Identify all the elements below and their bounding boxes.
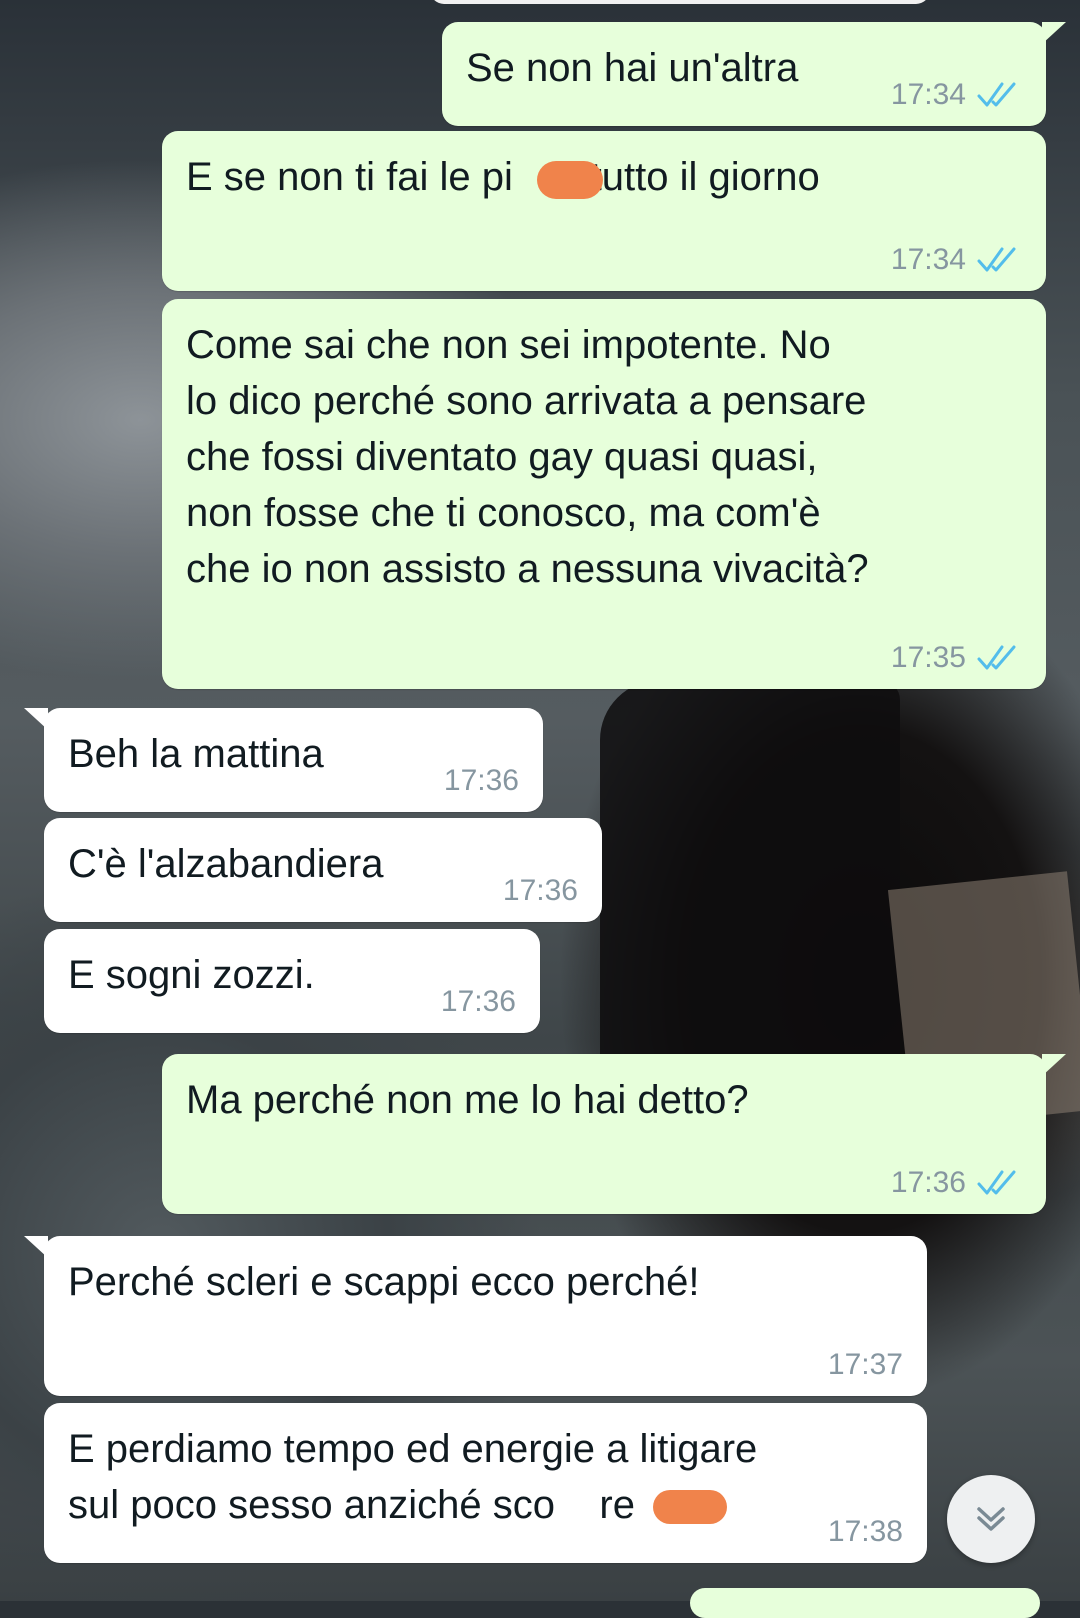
incoming-message[interactable]: Perché scleri e scappi ecco perché! 17:3… xyxy=(24,1236,927,1396)
message-time: 17:36 xyxy=(443,764,519,797)
double-check-icon xyxy=(977,1170,1016,1195)
message-meta: 17:38 xyxy=(828,1515,903,1549)
double-check-icon xyxy=(977,645,1016,670)
incoming-message[interactable]: E perdiamo tempo ed energie a litigare s… xyxy=(44,1403,927,1563)
message-time: 17:35 xyxy=(890,641,966,674)
message-text: E perdiamo tempo ed energie a litigare s… xyxy=(68,1427,758,1527)
outgoing-message[interactable]: E se non ti fai le pi e tutto il giorno … xyxy=(162,131,1046,291)
message-meta: 17:37 xyxy=(828,1348,903,1382)
redaction-mark xyxy=(653,1490,727,1524)
previous-message-edge xyxy=(430,0,930,4)
message-time: 17:38 xyxy=(827,1515,903,1548)
message-meta: 17:34 xyxy=(891,78,1022,112)
next-message-edge xyxy=(690,1588,1040,1618)
scroll-to-bottom-button[interactable] xyxy=(947,1475,1035,1563)
incoming-message[interactable]: C'è l'alzabandiera 17:36 xyxy=(44,818,602,922)
outgoing-message[interactable]: Ma perché non me lo hai detto? 17:36 xyxy=(162,1054,1066,1214)
message-meta: 17:36 xyxy=(444,764,519,798)
message-text: C'è l'alzabandiera xyxy=(68,842,384,886)
outgoing-message[interactable]: Se non hai un'altra 17:34 xyxy=(442,22,1066,126)
message-text: Ma perché non me lo hai detto? xyxy=(186,1078,749,1122)
message-time: 17:37 xyxy=(827,1348,903,1381)
message-text: E sogni zozzi. xyxy=(68,953,315,997)
double-check-icon xyxy=(977,82,1016,107)
message-meta: 17:36 xyxy=(891,1166,1022,1200)
outgoing-message[interactable]: Come sai che non sei impotente. No lo di… xyxy=(162,299,1046,689)
message-time: 17:34 xyxy=(890,243,966,276)
redaction-mark xyxy=(537,161,603,199)
message-meta: 17:36 xyxy=(441,985,516,1019)
message-text: Beh la mattina xyxy=(68,732,324,776)
message-meta: 17:34 xyxy=(891,243,1022,277)
message-time: 17:36 xyxy=(502,874,578,907)
incoming-message[interactable]: E sogni zozzi. 17:36 xyxy=(44,929,540,1033)
double-check-icon xyxy=(977,247,1016,272)
message-text: E se non ti fai le pi e tutto il giorno xyxy=(186,155,820,199)
chevron-double-down-icon xyxy=(977,1507,1005,1531)
message-time: 17:36 xyxy=(440,985,516,1018)
message-time: 17:36 xyxy=(890,1166,966,1199)
incoming-message[interactable]: Beh la mattina 17:36 xyxy=(24,708,543,812)
message-text: Se non hai un'altra xyxy=(466,46,799,90)
message-time: 17:34 xyxy=(890,78,966,111)
message-meta: 17:35 xyxy=(891,641,1022,675)
message-text: Come sai che non sei impotente. No lo di… xyxy=(186,323,869,591)
message-text: Perché scleri e scappi ecco perché! xyxy=(68,1260,700,1304)
message-meta: 17:36 xyxy=(503,874,578,908)
